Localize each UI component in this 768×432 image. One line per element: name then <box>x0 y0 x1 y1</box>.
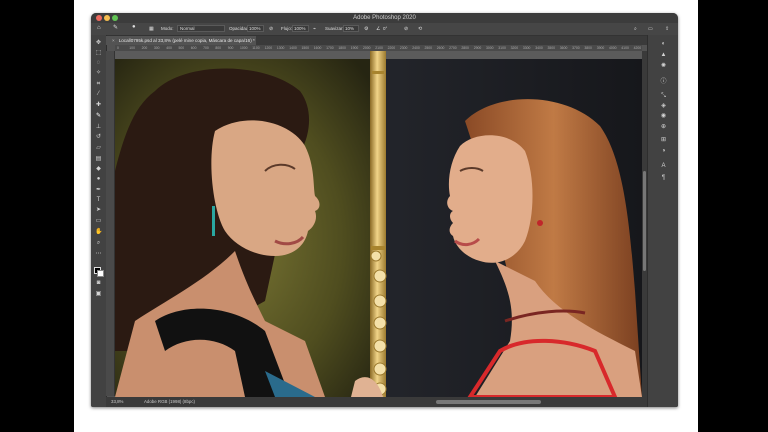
flow-value: 100% <box>294 26 306 31</box>
zoom-level[interactable]: 33,8% <box>111 399 123 405</box>
lasso-icon[interactable]: ◌ <box>95 60 102 67</box>
character-icon[interactable]: A <box>660 163 667 170</box>
search-icon[interactable]: ⌕ <box>634 26 637 32</box>
smoothing-value: 10% <box>345 26 355 31</box>
tools-panel: ✥ ⬚ ◌ ✧ ⌗ ⁄ ✚ ✎ ⊥ ↺ ▱ ▤ ◆ ● ✒ T ➤ ▭ ✋ ⌕ … <box>91 35 107 407</box>
brushes-icon[interactable]: ◑ <box>660 148 667 155</box>
layers-icon[interactable]: ✺ <box>660 63 667 70</box>
channels-icon[interactable]: ⓘ <box>660 79 667 86</box>
crop-icon[interactable]: ⌗ <box>95 81 102 88</box>
left-letterbox <box>0 0 74 432</box>
panel-dock: ◐ ▲ ✺ ⓘ ⤡ ◈ ◉ ⊕ ⊞ ◑ A ¶ <box>647 35 678 407</box>
adjust-icon[interactable]: ▲ <box>660 52 667 59</box>
color-icon[interactable]: ◐ <box>660 41 667 48</box>
horizontal-scroll-thumb[interactable] <box>436 400 541 404</box>
properties-icon[interactable]: ◈ <box>660 103 667 110</box>
quick-select-icon[interactable]: ✧ <box>95 70 102 77</box>
status-bar: 33,8% Adobe RGB (1998) (8bpc) <box>106 397 647 407</box>
pressure-size-icon[interactable]: ⊘ <box>404 26 408 32</box>
screen-mode-icon[interactable]: ▣ <box>95 291 102 298</box>
right-letterbox <box>698 0 768 432</box>
brush-preset-icon[interactable]: ✎ <box>113 25 118 31</box>
smoothing-options-icon[interactable]: ⚙ <box>364 26 368 32</box>
pen-icon[interactable]: ✒ <box>95 187 102 194</box>
eyedropper-icon[interactable]: ⁄ <box>95 91 102 98</box>
options-bar: ⌂ ✎ ● ▦ Modo: Normal Opacidad: 100% ⊘ Fl… <box>91 23 678 36</box>
document-tab[interactable]: × Locall0795k.psd al 33,8% (pelé mine cop… <box>106 36 256 45</box>
left-woman <box>115 68 325 397</box>
move-icon[interactable]: ✥ <box>95 40 102 47</box>
brush-size-icon[interactable]: ● <box>132 24 136 30</box>
document-tab-bar: × Locall0795k.psd al 33,8% (pelé mine cop… <box>106 36 660 45</box>
flow-label: Flujo: <box>281 26 293 31</box>
brush-settings-icon[interactable]: ▦ <box>149 26 154 32</box>
title-bar: Adobe Photoshop 2020 <box>91 13 678 23</box>
history-icon[interactable]: ◉ <box>660 113 667 120</box>
angle-icon[interactable]: ∠ <box>376 26 380 32</box>
path-select-icon[interactable]: ➤ <box>95 207 102 214</box>
actions-icon[interactable]: ⊕ <box>660 124 667 131</box>
photo-image <box>115 51 642 397</box>
document-info[interactable]: Adobe RGB (1998) (8bpc) <box>144 399 195 405</box>
eraser-icon[interactable]: ▱ <box>95 145 102 152</box>
home-icon[interactable]: ⌂ <box>97 25 101 31</box>
mode-value: Normal <box>180 26 195 31</box>
vertical-scroll-thumb[interactable] <box>643 171 646 271</box>
gradient-icon[interactable]: ▤ <box>95 156 102 163</box>
document-tab-title: Locall0795k.psd al 33,8% (pelé mine copi… <box>118 38 255 43</box>
type-icon[interactable]: T <box>95 197 102 204</box>
marquee-icon[interactable]: ⬚ <box>95 50 102 57</box>
rectangle-icon[interactable]: ▭ <box>95 218 102 225</box>
background-color-swatch[interactable] <box>97 270 104 277</box>
hand-icon[interactable]: ✋ <box>95 229 102 236</box>
workspace-icon[interactable]: ▭ <box>648 26 653 32</box>
pressure-opacity-icon[interactable]: ⊘ <box>269 26 273 32</box>
document-canvas[interactable] <box>115 51 642 397</box>
symmetry-icon[interactable]: ⟲ <box>418 26 422 32</box>
brush-icon[interactable]: ✎ <box>95 113 102 120</box>
libraries-icon[interactable]: ⊞ <box>660 137 667 144</box>
more-icon[interactable]: ⋯ <box>95 251 102 258</box>
blur-icon[interactable]: ◆ <box>95 166 102 173</box>
dodge-icon[interactable]: ● <box>95 176 102 183</box>
paths-icon[interactable]: ⤡ <box>660 93 667 100</box>
angle-value: 0° <box>383 26 388 31</box>
smoothing-label: Suavizar: <box>325 26 344 31</box>
airbrush-icon[interactable]: ⌁ <box>313 26 316 32</box>
mode-label: Modo: <box>161 26 174 31</box>
window-title: Adobe Photoshop 2020 <box>353 15 416 21</box>
close-document-icon[interactable]: × <box>112 36 115 45</box>
zoom-icon[interactable]: ⌕ <box>95 240 102 247</box>
photoshop-window: Adobe Photoshop 2020 ⌂ ✎ ● ▦ Modo: Norma… <box>91 13 678 407</box>
opacity-value: 100% <box>249 26 261 31</box>
stamp-icon[interactable]: ⊥ <box>95 124 102 131</box>
quick-mask-icon[interactable]: ◙ <box>95 280 102 287</box>
healing-icon[interactable]: ✚ <box>95 102 102 109</box>
vertical-ruler[interactable] <box>106 51 115 396</box>
paragraph-icon[interactable]: ¶ <box>660 175 667 182</box>
share-icon[interactable]: ⇪ <box>665 26 669 32</box>
history-brush-icon[interactable]: ↺ <box>95 134 102 141</box>
